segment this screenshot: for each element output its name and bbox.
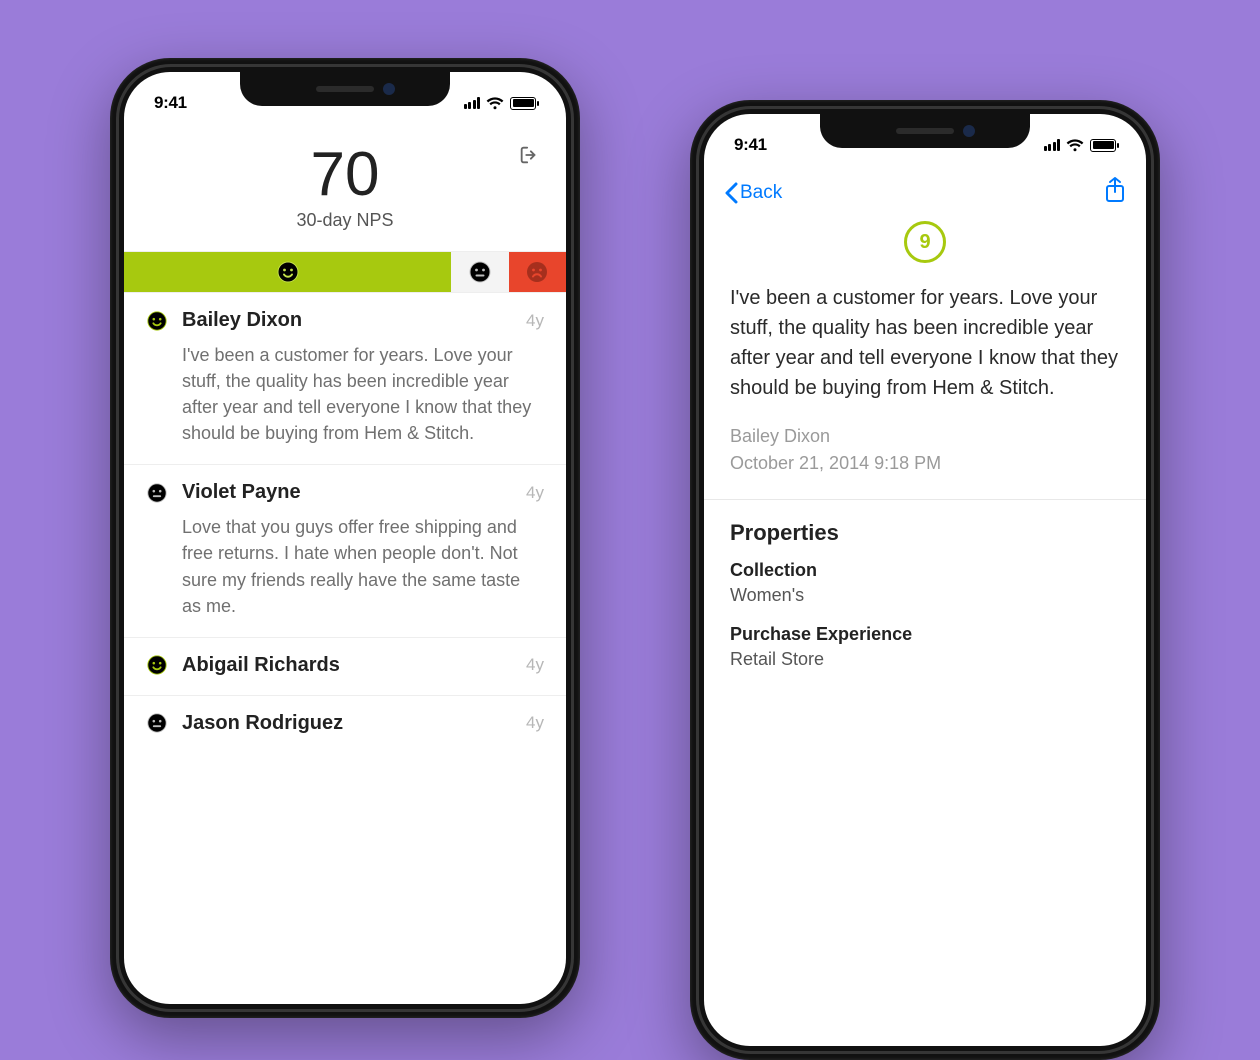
battery-icon <box>1090 139 1116 152</box>
sentiment-happy-segment[interactable] <box>124 252 451 292</box>
property-label: Purchase Experience <box>730 624 1120 645</box>
sentiment-sad-segment[interactable] <box>509 252 566 292</box>
back-label: Back <box>740 182 782 204</box>
feedback-text: Love that you guys offer free shipping a… <box>182 514 544 618</box>
nps-score: 70 <box>124 144 566 206</box>
nav-bar: Back <box>704 168 1146 215</box>
notch <box>820 114 1030 148</box>
cellular-icon <box>1044 139 1061 151</box>
rating-value: 9 <box>919 231 930 254</box>
neutral-face-icon <box>146 482 168 504</box>
status-time: 9:41 <box>734 127 767 155</box>
feedback-age: 4y <box>526 655 544 675</box>
property-row: Collection Women's <box>704 560 1146 624</box>
device-frame-left: 9:41 70 30-day NPS <box>110 58 580 1018</box>
logout-icon <box>518 144 540 166</box>
feedback-author: Jason Rodriguez <box>182 712 512 735</box>
property-label: Collection <box>730 560 1120 581</box>
property-value: Women's <box>730 585 1120 606</box>
status-time: 9:41 <box>154 85 187 113</box>
feedback-author: Violet Payne <box>182 481 512 504</box>
feedback-row[interactable]: Violet Payne 4y Love that you guys offer… <box>124 465 566 637</box>
happy-face-icon <box>146 310 168 332</box>
feedback-detail-text: I've been a customer for years. Love you… <box>704 263 1146 423</box>
wifi-icon <box>1066 139 1084 152</box>
wifi-icon <box>486 97 504 110</box>
happy-face-icon <box>276 260 300 284</box>
feedback-list: Bailey Dixon 4y I've been a customer for… <box>124 293 566 753</box>
sentiment-neutral-segment[interactable] <box>451 252 508 292</box>
chevron-left-icon <box>724 182 738 204</box>
feedback-author: Abigail Richards <box>182 654 512 677</box>
share-icon <box>1104 176 1126 204</box>
neutral-face-icon <box>146 712 168 734</box>
feedback-detail-timestamp: October 21, 2014 9:18 PM <box>730 450 1120 477</box>
rating-badge: 9 <box>904 221 946 263</box>
logout-button[interactable] <box>518 144 540 171</box>
feedback-age: 4y <box>526 713 544 733</box>
sentiment-bar[interactable] <box>124 251 566 293</box>
device-frame-right: 9:41 Back 9 I've been a customer for yea… <box>690 100 1160 1060</box>
properties-heading: Properties <box>704 500 1146 560</box>
feedback-detail-author: Bailey Dixon <box>730 423 1120 450</box>
feedback-age: 4y <box>526 483 544 503</box>
feedback-row[interactable]: Bailey Dixon 4y I've been a customer for… <box>124 293 566 465</box>
nps-score-label: 30-day NPS <box>124 210 566 231</box>
feedback-age: 4y <box>526 311 544 331</box>
sad-face-icon <box>525 260 549 284</box>
battery-icon <box>510 97 536 110</box>
screen-left: 9:41 70 30-day NPS <box>124 72 566 1004</box>
property-value: Retail Store <box>730 649 1120 670</box>
feedback-text: I've been a customer for years. Love you… <box>182 342 544 446</box>
nps-header: 70 30-day NPS <box>124 126 566 239</box>
feedback-row[interactable]: Abigail Richards 4y <box>124 638 566 696</box>
feedback-detail-meta: Bailey Dixon October 21, 2014 9:18 PM <box>704 423 1146 499</box>
feedback-row[interactable]: Jason Rodriguez 4y <box>124 696 566 753</box>
notch <box>240 72 450 106</box>
property-row: Purchase Experience Retail Store <box>704 624 1146 688</box>
happy-face-icon <box>146 654 168 676</box>
neutral-face-icon <box>468 260 492 284</box>
share-button[interactable] <box>1104 176 1126 209</box>
screen-right: 9:41 Back 9 I've been a customer for yea… <box>704 114 1146 1046</box>
feedback-author: Bailey Dixon <box>182 309 512 332</box>
cellular-icon <box>464 97 481 109</box>
back-button[interactable]: Back <box>724 182 782 204</box>
